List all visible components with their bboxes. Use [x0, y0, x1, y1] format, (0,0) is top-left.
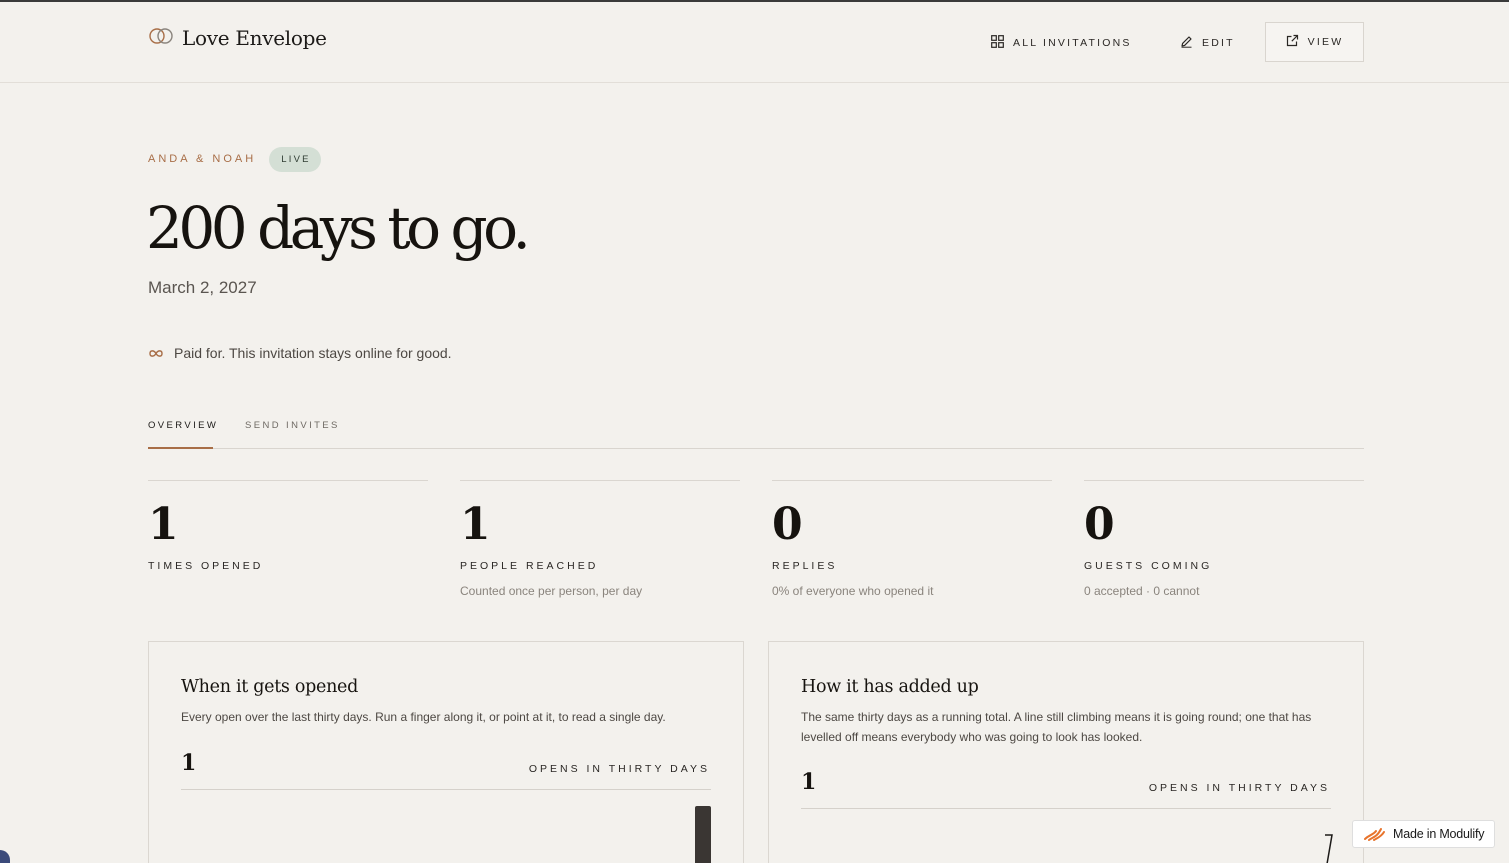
card-description: Every open over the last thirty days. Ru… — [181, 710, 666, 724]
edit-link[interactable]: EDIT — [1180, 35, 1235, 51]
stat-value: 1 — [148, 499, 179, 550]
card-divider — [181, 789, 711, 790]
countdown-heading: 200 days to go. — [146, 194, 531, 262]
stat-replies: 0 REPLIES 0% of everyone who opened it — [772, 480, 1052, 598]
card-title: When it gets opened — [181, 677, 358, 697]
rings-icon — [148, 27, 174, 50]
stat-caption: 0 accepted · 0 cannot — [1084, 584, 1200, 598]
status-badge: LIVE — [269, 147, 321, 172]
made-in-modulify-badge[interactable]: Made in Modulify — [1352, 820, 1495, 848]
stat-label: REPLIES — [772, 560, 838, 572]
top-navigation: Love Envelope ALL INVITATIONS EDIT VIEW — [0, 2, 1509, 83]
paid-note-text: Paid for. This invitation stays online f… — [174, 345, 452, 361]
wedding-date: March 2, 2027 — [148, 278, 257, 297]
stat-value: 0 — [1084, 499, 1115, 550]
card-total: 1 — [181, 750, 197, 776]
stat-guests-coming: 0 GUESTS COMING 0 accepted · 0 cannot — [1084, 480, 1364, 598]
edit-label: EDIT — [1202, 37, 1235, 49]
stat-caption: Counted once per person, per day — [460, 584, 643, 598]
logo[interactable]: Love Envelope — [148, 26, 327, 50]
modulify-logo-icon — [1363, 825, 1387, 844]
logo-text: Love Envelope — [182, 26, 327, 50]
stat-times-opened: 1 TIMES OPENED — [148, 480, 428, 572]
pencil-icon — [1180, 35, 1193, 51]
all-invitations-link[interactable]: ALL INVITATIONS — [991, 35, 1132, 51]
paid-note: Paid for. This invitation stays online f… — [148, 345, 452, 361]
stat-label: GUESTS COMING — [1084, 560, 1213, 572]
view-button[interactable]: VIEW — [1265, 22, 1364, 62]
stat-value: 1 — [460, 499, 491, 550]
grid-icon — [991, 35, 1004, 51]
card-metric-label: OPENS IN THIRTY DAYS — [528, 763, 710, 775]
stat-people-reached: 1 PEOPLE REACHED Counted once per person… — [460, 480, 740, 598]
all-invitations-label: ALL INVITATIONS — [1013, 37, 1132, 49]
stat-label: PEOPLE REACHED — [460, 560, 599, 572]
stat-label: TIMES OPENED — [148, 560, 264, 572]
card-when-opened: When it gets opened Every open over the … — [148, 641, 744, 863]
infinity-icon — [148, 345, 164, 361]
tab-bar: OVERVIEW SEND INVITES — [148, 418, 1364, 449]
active-tab-underline — [148, 447, 213, 449]
stat-caption: 0% of everyone who opened it — [772, 584, 934, 598]
external-link-icon — [1286, 34, 1299, 50]
made-in-modulify-label: Made in Modulify — [1393, 827, 1485, 841]
stat-value: 0 — [772, 499, 803, 550]
view-label: VIEW — [1307, 36, 1344, 48]
tab-overview[interactable]: OVERVIEW — [148, 420, 218, 431]
tab-send-invites[interactable]: SEND INVITES — [245, 420, 340, 431]
couple-names: ANDA & NOAH — [148, 153, 257, 165]
daily-opens-bar[interactable] — [695, 806, 711, 863]
card-running-total: How it has added up The same thirty days… — [768, 641, 1364, 863]
running-total-line[interactable] — [769, 642, 1365, 863]
window-corner — [0, 850, 10, 863]
